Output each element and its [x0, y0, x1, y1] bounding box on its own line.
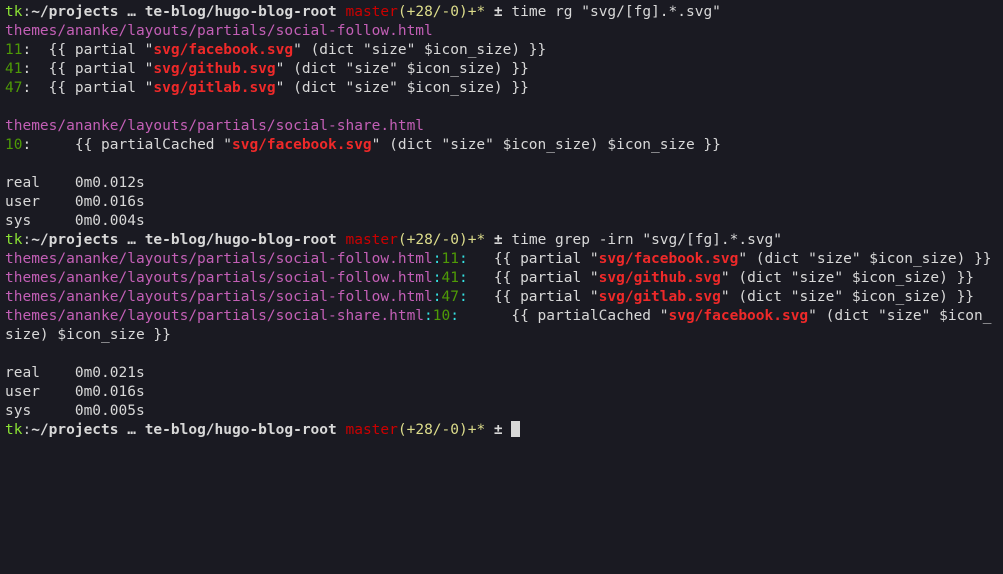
- rg-text: : {{ partial ": [22, 80, 153, 96]
- grep-file: themes/ananke/layouts/partials/social-sh…: [5, 308, 424, 324]
- grep-text: " (dict "size" $icon_size) }}: [738, 251, 991, 267]
- grep-match: svg/facebook.svg: [599, 251, 739, 267]
- rg-line-number: 10: [5, 137, 22, 153]
- prompt-sep: :: [22, 422, 31, 438]
- git-diff: (+28/-0): [398, 232, 468, 248]
- time-sys: sys 0m0.004s: [5, 213, 145, 229]
- time-real: real 0m0.021s: [5, 365, 145, 381]
- prompt-line: tk:~/projects … te-blog/hugo-blog-root m…: [5, 4, 721, 20]
- git-dirty: +*: [468, 4, 485, 20]
- prompt-line: tk:~/projects … te-blog/hugo-blog-root m…: [5, 232, 782, 248]
- rg-match: svg/facebook.svg: [153, 42, 293, 58]
- rg-text: : {{ partial ": [22, 42, 153, 58]
- grep-text: {{ partial ": [468, 251, 599, 267]
- prompt-path: ~/projects … te-blog/hugo-blog-root: [31, 4, 337, 20]
- rg-file-header: themes/ananke/layouts/partials/social-sh…: [5, 118, 424, 134]
- grep-colon: :: [433, 289, 442, 305]
- grep-colon: :: [459, 289, 468, 305]
- git-branch: master: [345, 4, 397, 20]
- prompt-path: ~/projects … te-blog/hugo-blog-root: [31, 232, 337, 248]
- rg-text: : {{ partial ": [22, 61, 153, 77]
- time-user: user 0m0.016s: [5, 194, 145, 210]
- rg-match: svg/gitlab.svg: [153, 80, 275, 96]
- git-branch: master: [345, 422, 397, 438]
- grep-line-number: 41: [442, 270, 459, 286]
- grep-colon: :: [459, 251, 468, 267]
- grep-text: {{ partialCached ": [459, 308, 669, 324]
- grep-match: svg/gitlab.svg: [599, 289, 721, 305]
- command-text: time rg "svg/[fg].*.svg": [511, 4, 721, 20]
- prompt-line[interactable]: tk:~/projects … te-blog/hugo-blog-root m…: [5, 422, 520, 438]
- terminal-window[interactable]: tk:~/projects … te-blog/hugo-blog-root m…: [0, 0, 1003, 445]
- prompt-user: tk: [5, 4, 22, 20]
- grep-file: themes/ananke/layouts/partials/social-fo…: [5, 289, 433, 305]
- command-text: time grep -irn "svg/[fg].*.svg": [511, 232, 782, 248]
- prompt-symbol: ±: [485, 232, 511, 248]
- grep-file: themes/ananke/layouts/partials/social-fo…: [5, 270, 433, 286]
- rg-line-number: 11: [5, 42, 22, 58]
- grep-text: {{ partial ": [468, 289, 599, 305]
- rg-text: " (dict "size" $icon_size) }}: [276, 80, 529, 96]
- rg-match: svg/github.svg: [153, 61, 275, 77]
- cursor-block-icon: [511, 421, 520, 437]
- rg-file-header: themes/ananke/layouts/partials/social-fo…: [5, 23, 433, 39]
- prompt-symbol: ±: [485, 422, 511, 438]
- git-diff: (+28/-0): [398, 422, 468, 438]
- time-user: user 0m0.016s: [5, 384, 145, 400]
- grep-colon: :: [450, 308, 459, 324]
- grep-text: {{ partial ": [468, 270, 599, 286]
- rg-line-number: 47: [5, 80, 22, 96]
- prompt-symbol: ±: [485, 4, 511, 20]
- grep-colon: :: [424, 308, 433, 324]
- grep-line-number: 47: [442, 289, 459, 305]
- grep-file: themes/ananke/layouts/partials/social-fo…: [5, 251, 433, 267]
- grep-text: " (dict "size" $icon_size) }}: [721, 270, 974, 286]
- rg-line-number: 41: [5, 61, 22, 77]
- git-dirty: +*: [468, 232, 485, 248]
- grep-colon: :: [433, 270, 442, 286]
- prompt-path: ~/projects … te-blog/hugo-blog-root: [31, 422, 337, 438]
- prompt-sep: :: [22, 4, 31, 20]
- grep-colon: :: [459, 270, 468, 286]
- grep-line-number: 11: [442, 251, 459, 267]
- grep-line-number: 10: [433, 308, 450, 324]
- rg-text: : {{ partialCached ": [22, 137, 232, 153]
- grep-colon: :: [433, 251, 442, 267]
- rg-text: " (dict "size" $icon_size) }}: [293, 42, 546, 58]
- prompt-user: tk: [5, 422, 22, 438]
- grep-match: svg/facebook.svg: [668, 308, 808, 324]
- rg-text: " (dict "size" $icon_size) $icon_size }}: [372, 137, 721, 153]
- prompt-sep: :: [22, 232, 31, 248]
- rg-text: " (dict "size" $icon_size) }}: [276, 61, 529, 77]
- grep-match: svg/github.svg: [599, 270, 721, 286]
- git-diff: (+28/-0): [398, 4, 468, 20]
- prompt-user: tk: [5, 232, 22, 248]
- git-branch: master: [345, 232, 397, 248]
- rg-match: svg/facebook.svg: [232, 137, 372, 153]
- grep-text: " (dict "size" $icon_size) }}: [721, 289, 974, 305]
- git-dirty: +*: [468, 422, 485, 438]
- time-sys: sys 0m0.005s: [5, 403, 145, 419]
- time-real: real 0m0.012s: [5, 175, 145, 191]
